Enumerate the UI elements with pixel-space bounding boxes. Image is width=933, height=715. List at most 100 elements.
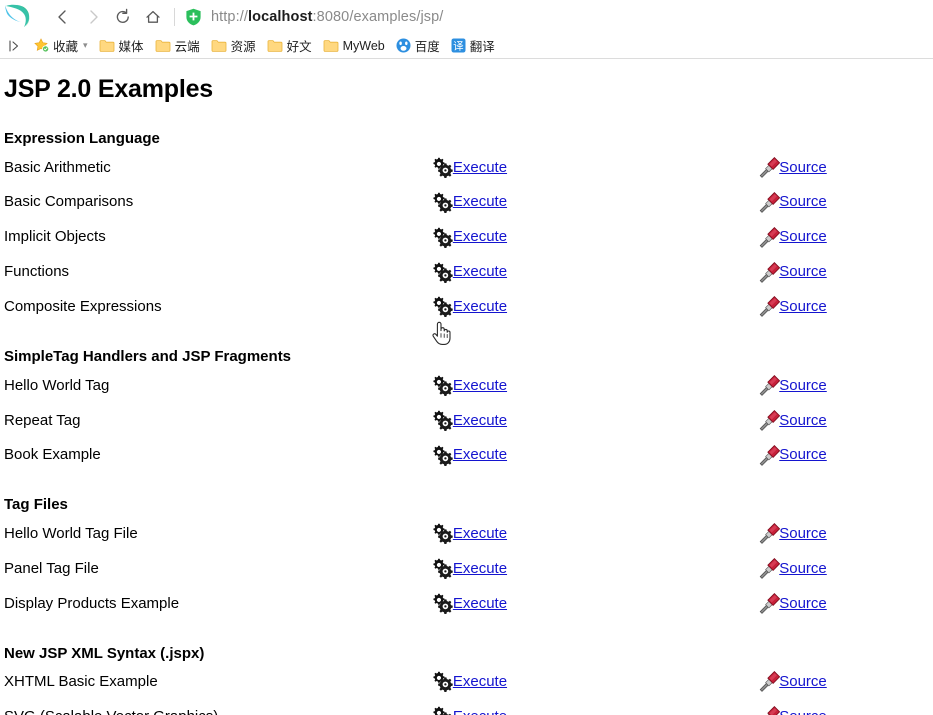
bookmark-item-favorites[interactable]: 收藏 ▾ (29, 35, 93, 56)
green-shield-icon[interactable] (185, 8, 202, 26)
source-link[interactable]: Source (779, 668, 827, 697)
bookmark-item-media[interactable]: 媒体 (94, 35, 149, 56)
bookmark-item-translate[interactable]: 译 翻译 (446, 35, 500, 56)
source-link[interactable]: Source (779, 555, 827, 584)
execute-link[interactable]: Execute (453, 293, 507, 322)
source-link[interactable]: Source (779, 223, 827, 252)
source-link[interactable]: Source (779, 258, 827, 287)
address-bar[interactable]: http://localhost:8080/examples/jsp/ (183, 3, 927, 31)
url-path: :8080/examples/jsp/ (312, 8, 444, 25)
execute-link-cell[interactable]: Execute (432, 590, 507, 619)
execute-link-cell[interactable]: Execute (432, 223, 507, 252)
bookmark-label: 翻译 (469, 40, 495, 54)
gears-icon (432, 707, 454, 715)
execute-link[interactable]: Execute (453, 555, 507, 584)
example-name: Functions (4, 263, 70, 281)
source-link-cell[interactable]: Source (758, 520, 827, 549)
execute-link-cell[interactable]: Execute (432, 293, 507, 322)
bookmarks-overflow-icon[interactable] (4, 39, 29, 53)
source-link[interactable]: Source (779, 372, 827, 401)
screwdriver-icon (758, 296, 781, 318)
source-link-cell[interactable]: Source (758, 703, 827, 715)
source-link-cell[interactable]: Source (758, 441, 827, 470)
execute-link-cell[interactable]: Execute (432, 407, 507, 436)
execute-link-cell[interactable]: Execute (432, 668, 507, 697)
source-link[interactable]: Source (779, 407, 827, 436)
source-link-cell[interactable]: Source (758, 223, 827, 252)
example-name: XHTML Basic Example (4, 673, 158, 691)
url-text[interactable]: http://localhost:8080/examples/jsp/ (211, 9, 443, 25)
reload-button[interactable] (108, 3, 138, 31)
example-name: Book Example (4, 446, 101, 464)
source-link-cell[interactable]: Source (758, 555, 827, 584)
table-row: Composite Expressions Execute Source (0, 293, 933, 328)
execute-link-cell[interactable]: Execute (432, 520, 507, 549)
table-row: Basic Arithmetic Execute Source (0, 154, 933, 189)
source-link-cell[interactable]: Source (758, 154, 827, 183)
screwdriver-icon (758, 226, 781, 248)
execute-link-cell[interactable]: Execute (432, 154, 507, 183)
execute-link[interactable]: Execute (453, 703, 507, 715)
source-link[interactable]: Source (779, 520, 827, 549)
execute-link-cell[interactable]: Execute (432, 258, 507, 287)
source-link[interactable]: Source (779, 590, 827, 619)
gears-icon (432, 192, 454, 213)
bookmark-item-myweb[interactable]: MyWeb (318, 35, 390, 56)
source-link-cell[interactable]: Source (758, 590, 827, 619)
examples-table: Expression Language Basic Arithmetic Execu… (0, 110, 933, 715)
execute-link-cell[interactable]: Execute (432, 188, 507, 217)
screwdriver-icon (758, 671, 781, 693)
execute-link-cell[interactable]: Execute (432, 372, 507, 401)
section-heading: Expression Language (4, 130, 160, 147)
table-row: Hello World Tag Execute Source (0, 372, 933, 407)
bookmark-item-resources[interactable]: 资源 (206, 35, 261, 56)
execute-link[interactable]: Execute (453, 258, 507, 287)
back-button[interactable] (48, 3, 78, 31)
execute-link-cell[interactable]: Execute (432, 441, 507, 470)
source-link[interactable]: Source (779, 703, 827, 715)
execute-link-cell[interactable]: Execute (432, 703, 507, 715)
section-heading: New JSP XML Syntax (.jspx) (4, 644, 205, 662)
execute-link[interactable]: Execute (453, 441, 507, 470)
gears-icon (432, 558, 454, 580)
source-link-cell[interactable]: Source (758, 293, 827, 322)
screwdriver-icon (758, 374, 781, 396)
bookmark-item-baidu[interactable]: 百度 (391, 35, 445, 56)
execute-link-cell[interactable]: Execute (432, 555, 507, 584)
chevron-down-icon[interactable]: ▾ (83, 40, 88, 51)
execute-link[interactable]: Execute (453, 188, 507, 217)
source-link-cell[interactable]: Source (758, 372, 827, 401)
bookmark-label: 百度 (414, 40, 440, 54)
execute-link[interactable]: Execute (453, 372, 507, 401)
source-link[interactable]: Source (779, 293, 827, 322)
table-row: Basic Comparisons Execute Source (0, 188, 933, 223)
source-link[interactable]: Source (779, 188, 827, 217)
section-heading-row: Tag Files (0, 476, 933, 520)
example-name: Repeat Tag (4, 411, 81, 429)
source-link-cell[interactable]: Source (758, 668, 827, 697)
bookmark-label: 资源 (230, 40, 256, 54)
execute-link[interactable]: Execute (453, 668, 507, 697)
bookmark-item-cloud[interactable]: 云端 (150, 35, 205, 56)
screwdriver-icon (758, 191, 781, 213)
execute-link[interactable]: Execute (453, 590, 507, 619)
source-link-cell[interactable]: Source (758, 188, 827, 217)
source-link-cell[interactable]: Source (758, 258, 827, 287)
browser-chrome: http://localhost:8080/examples/jsp/ 收藏 ▾… (0, 0, 933, 59)
example-name: Basic Arithmetic (4, 158, 111, 176)
bookmark-item-good-articles[interactable]: 好文 (262, 35, 317, 56)
source-link[interactable]: Source (779, 441, 827, 470)
execute-link[interactable]: Execute (453, 223, 507, 252)
execute-link[interactable]: Execute (453, 407, 507, 436)
forward-button[interactable] (78, 3, 108, 31)
execute-link[interactable]: Execute (453, 154, 507, 183)
star-favorites-icon (34, 38, 49, 53)
gears-icon (432, 297, 454, 318)
source-link[interactable]: Source (779, 154, 827, 183)
source-link-cell[interactable]: Source (758, 407, 827, 436)
home-button[interactable] (138, 3, 168, 31)
section-heading: Tag Files (4, 496, 68, 514)
url-host: localhost (247, 8, 313, 25)
page-title: JSP 2.0 Examples (4, 75, 213, 103)
execute-link[interactable]: Execute (453, 520, 507, 549)
